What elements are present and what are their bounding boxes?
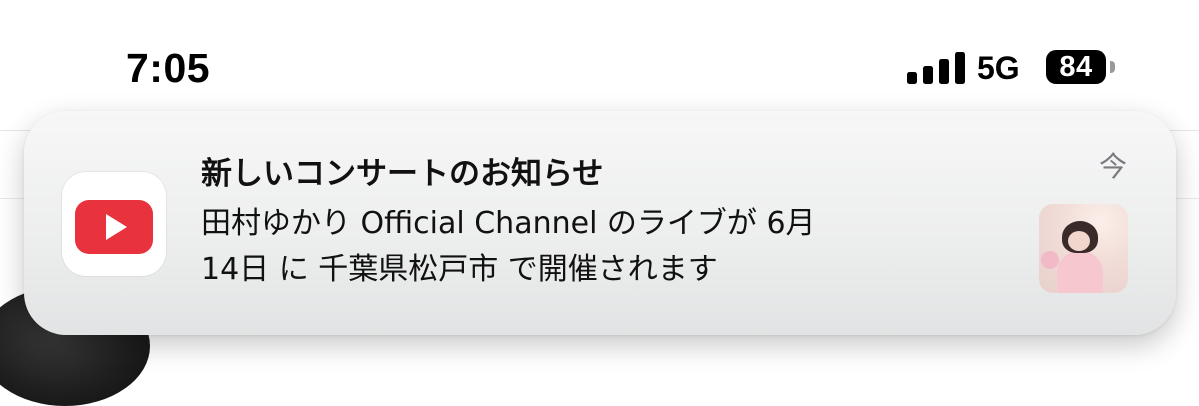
status-bar: 7:05 5G 84 (0, 0, 1199, 110)
battery-level: 84 (1059, 51, 1093, 83)
play-icon (106, 214, 127, 240)
notification-body-line: 田村ゆかり Official Channel のライブが 6月 (201, 206, 816, 241)
youtube-app-icon (62, 172, 166, 276)
notification-body-line: 14日 に 千葉県松戸市 で開催されます (201, 252, 718, 287)
cellular-signal-icon (907, 50, 965, 84)
battery-icon: 84 (1046, 50, 1106, 84)
channel-thumbnail (1039, 204, 1128, 293)
battery-cap (1110, 61, 1115, 73)
notification-title: 新しいコンサートのお知らせ (201, 156, 604, 192)
notification-banner[interactable]: 新しいコンサートのお知らせ 田村ゆかり Official Channel のライ… (24, 111, 1176, 335)
notification-timestamp: 今 (1099, 150, 1128, 183)
status-time: 7:05 (126, 45, 211, 91)
notification-body: 田村ゆかり Official Channel のライブが 6月 14日 に 千葉… (201, 201, 971, 293)
network-type-label: 5G (977, 50, 1020, 86)
